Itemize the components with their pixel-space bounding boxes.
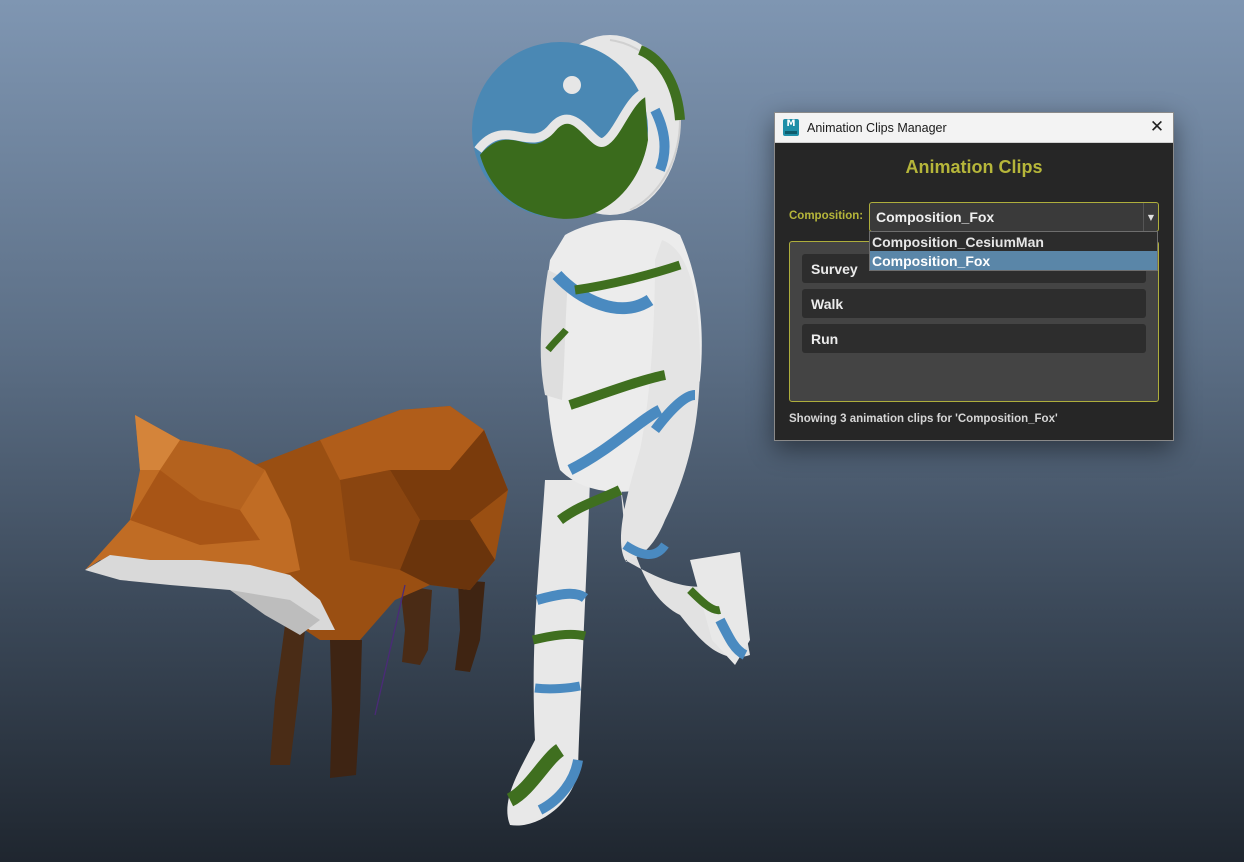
maya-app-icon: M [783, 119, 799, 136]
status-text: Showing 3 animation clips for 'Compositi… [789, 413, 1058, 425]
animation-clips-window: M Animation Clips Manager ✕ Animation Cl… [774, 112, 1174, 441]
close-icon[interactable]: ✕ [1141, 113, 1173, 141]
dropdown-option-cesiumman[interactable]: Composition_CesiumMan [870, 232, 1157, 251]
dropdown-option-fox[interactable]: Composition_Fox [870, 251, 1157, 270]
clip-button-run[interactable]: Run [802, 324, 1146, 353]
chevron-down-icon[interactable]: ▼ [1143, 203, 1158, 231]
window-title: Animation Clips Manager [807, 120, 947, 135]
clip-button-walk[interactable]: Walk [802, 289, 1146, 318]
composition-label: Composition: [789, 210, 864, 222]
composition-combobox[interactable]: Composition_Fox ▼ [869, 202, 1159, 232]
cesium-man-model [472, 35, 750, 826]
fox-model [85, 406, 508, 778]
app-icon-letter: M [786, 119, 796, 129]
title-bar[interactable]: M Animation Clips Manager ✕ [775, 113, 1173, 143]
composition-dropdown-list: Composition_CesiumMan Composition_Fox [869, 231, 1158, 271]
composition-value: Composition_Fox [876, 209, 995, 225]
panel-heading: Animation Clips [905, 157, 1043, 177]
